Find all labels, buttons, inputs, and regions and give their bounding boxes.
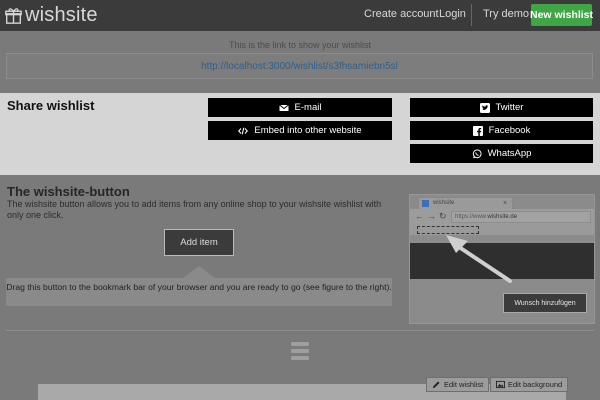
- navbar: wishsite Create account Login Try demo N…: [0, 0, 600, 31]
- wishlist-link-box: http://localhost:3000/wishlist/s3fhsamie…: [6, 53, 593, 79]
- wishlist-link-caption: This is the link to show your wishlist: [228, 40, 372, 50]
- illustration-add-wish-button: Wunsch hinzufügen: [503, 293, 587, 313]
- edit-background-button[interactable]: Edit background: [490, 377, 569, 392]
- edit-wishlist-label: Edit wishlist: [444, 380, 484, 389]
- share-section: Share wishlist E-mail Embed into other w…: [0, 93, 600, 175]
- share-title: Share wishlist: [7, 98, 95, 113]
- wishlist-url-link[interactable]: http://localhost:3000/wishlist/s3fhsamie…: [201, 61, 398, 72]
- wishsite-button-description: The wishsite button allows you to add it…: [7, 199, 382, 220]
- try-demo-link[interactable]: Try demo: [483, 8, 529, 20]
- section-divider: [6, 330, 594, 331]
- share-facebook-label: Facebook: [488, 125, 531, 136]
- share-embed-label: Embed into other website: [254, 125, 362, 136]
- brand-logo[interactable]: wishsite: [5, 3, 98, 27]
- menu-icon[interactable]: [291, 342, 309, 360]
- share-twitter-label: Twitter: [495, 102, 524, 113]
- nav-separator: [471, 4, 472, 26]
- edit-wishlist-button[interactable]: Edit wishlist: [426, 377, 490, 392]
- edit-background-label: Edit background: [508, 380, 563, 389]
- code-icon: [238, 127, 249, 134]
- whatsapp-icon: [472, 148, 482, 158]
- drag-hint-box: Drag this button to the bookmark bar of …: [6, 278, 392, 306]
- share-email-button[interactable]: E-mail: [208, 98, 392, 117]
- new-wishlist-button[interactable]: New wishlist: [530, 4, 593, 26]
- share-embed-button[interactable]: Embed into other website: [208, 121, 392, 140]
- brand-name: wishsite: [25, 3, 98, 26]
- share-whatsapp-button[interactable]: WhatsApp: [410, 144, 593, 163]
- gift-icon: [5, 7, 22, 24]
- share-email-label: E-mail: [294, 102, 322, 113]
- wishsite-button-title: The wishsite-button: [7, 184, 130, 199]
- share-facebook-button[interactable]: Facebook: [410, 121, 593, 140]
- pencil-icon: [432, 381, 440, 389]
- login-link[interactable]: Login: [439, 8, 466, 20]
- share-whatsapp-label: WhatsApp: [487, 148, 532, 159]
- facebook-icon: [472, 125, 483, 136]
- create-account-link[interactable]: Create account: [364, 8, 439, 20]
- image-icon: [496, 380, 505, 389]
- share-twitter-button[interactable]: Twitter: [410, 98, 593, 117]
- envelope-icon: [278, 104, 289, 111]
- add-item-bookmarklet-button[interactable]: Add item: [164, 229, 234, 256]
- browser-illustration: wishsite × ← → ↻ https://www.wishsite.de…: [409, 194, 595, 324]
- drag-hint-pointer: [183, 266, 215, 278]
- twitter-icon: [479, 102, 490, 113]
